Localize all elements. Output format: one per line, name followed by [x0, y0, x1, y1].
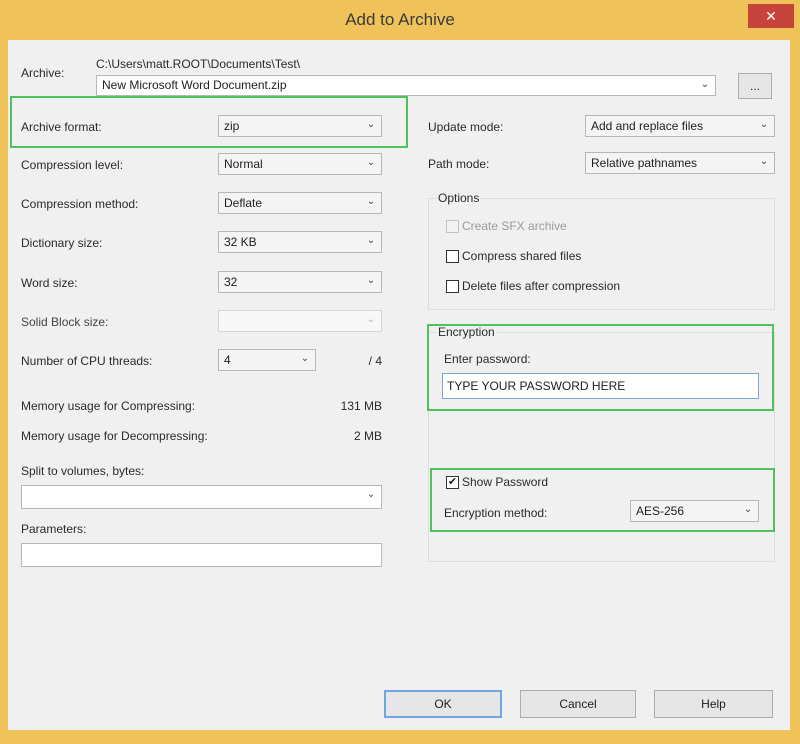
- dictionary-size-dropdown[interactable]: 32 KB ⌄: [218, 231, 382, 253]
- cpu-threads-label: Number of CPU threads:: [21, 354, 153, 368]
- title-bar: Add to Archive ✕: [0, 0, 800, 40]
- options-group-title: Options: [436, 191, 482, 205]
- close-icon: ✕: [765, 8, 777, 24]
- show-password-highlight: [430, 468, 775, 532]
- cpu-threads-value: 4: [224, 353, 231, 367]
- memory-decompress-value: 2 MB: [353, 429, 382, 443]
- parameters-input[interactable]: [21, 543, 382, 567]
- compress-shared-label: Compress shared files: [462, 249, 582, 263]
- help-button[interactable]: Help: [654, 690, 773, 718]
- close-button[interactable]: ✕: [748, 4, 794, 28]
- delete-after-label: Delete files after compression: [462, 279, 621, 293]
- archive-label: Archive:: [21, 66, 65, 80]
- word-size-dropdown[interactable]: 32 ⌄: [218, 271, 382, 293]
- compression-method-dropdown[interactable]: Deflate ⌄: [218, 192, 382, 214]
- dictionary-size-value: 32 KB: [224, 235, 257, 249]
- encryption-password-highlight: [427, 324, 774, 411]
- chevron-down-icon: ⌄: [700, 79, 710, 90]
- create-sfx-checkbox[interactable]: [446, 220, 459, 233]
- compress-shared-checkbox[interactable]: [446, 250, 459, 263]
- update-mode-dropdown[interactable]: Add and replace files ⌄: [585, 115, 775, 137]
- compression-method-label: Compression method:: [21, 197, 139, 211]
- chevron-down-icon: ⌄: [366, 196, 376, 207]
- compression-level-value: Normal: [224, 157, 263, 171]
- word-size-label: Word size:: [21, 276, 78, 290]
- ok-button[interactable]: OK: [384, 690, 502, 718]
- archive-format-highlight: [10, 96, 408, 148]
- cancel-button[interactable]: Cancel: [520, 690, 636, 718]
- dictionary-size-label: Dictionary size:: [21, 236, 103, 250]
- window-title: Add to Archive: [345, 10, 455, 29]
- chevron-down-icon: ⌄: [366, 157, 376, 168]
- add-to-archive-window: Add to Archive ✕ Archive: C:\Users\matt.…: [0, 0, 800, 744]
- path-mode-value: Relative pathnames: [591, 156, 698, 170]
- memory-compress-label: Memory usage for Compressing:: [21, 399, 196, 413]
- compression-level-label: Compression level:: [21, 158, 124, 172]
- path-mode-dropdown[interactable]: Relative pathnames ⌄: [585, 152, 775, 174]
- dialog-body: Archive: C:\Users\matt.ROOT\Documents\Te…: [8, 40, 790, 730]
- compression-method-value: Deflate: [224, 196, 263, 210]
- parameters-label: Parameters:: [21, 522, 87, 536]
- chevron-down-icon: ⌄: [759, 119, 769, 130]
- chevron-down-icon: ⌄: [300, 353, 310, 364]
- chevron-down-icon: ⌄: [366, 489, 376, 500]
- cpu-threads-total: / 4: [368, 354, 382, 368]
- chevron-down-icon: ⌄: [366, 314, 376, 325]
- solid-block-size-dropdown[interactable]: ⌄: [218, 310, 382, 332]
- chevron-down-icon: ⌄: [759, 156, 769, 167]
- path-mode-label: Path mode:: [428, 157, 490, 171]
- archive-name-combobox[interactable]: New Microsoft Word Document.zip ⌄: [96, 75, 716, 96]
- create-sfx-label: Create SFX archive: [462, 219, 567, 233]
- browse-button[interactable]: ...: [738, 73, 772, 99]
- delete-after-checkbox[interactable]: [446, 280, 459, 293]
- memory-decompress-label: Memory usage for Decompressing:: [21, 429, 208, 443]
- solid-block-size-label: Solid Block size:: [21, 315, 109, 329]
- chevron-down-icon: ⌄: [366, 275, 376, 286]
- split-volumes-label: Split to volumes, bytes:: [21, 464, 145, 478]
- chevron-down-icon: ⌄: [366, 235, 376, 246]
- update-mode-value: Add and replace files: [591, 119, 704, 133]
- cpu-threads-dropdown[interactable]: 4 ⌄: [218, 349, 316, 371]
- compression-level-dropdown[interactable]: Normal ⌄: [218, 153, 382, 175]
- archive-folder-path: C:\Users\matt.ROOT\Documents\Test\: [96, 57, 301, 71]
- split-volumes-combobox[interactable]: ⌄: [21, 485, 382, 509]
- memory-compress-value: 131 MB: [340, 399, 382, 413]
- word-size-value: 32: [224, 275, 238, 289]
- update-mode-label: Update mode:: [428, 120, 504, 134]
- archive-name-value: New Microsoft Word Document.zip: [102, 78, 287, 92]
